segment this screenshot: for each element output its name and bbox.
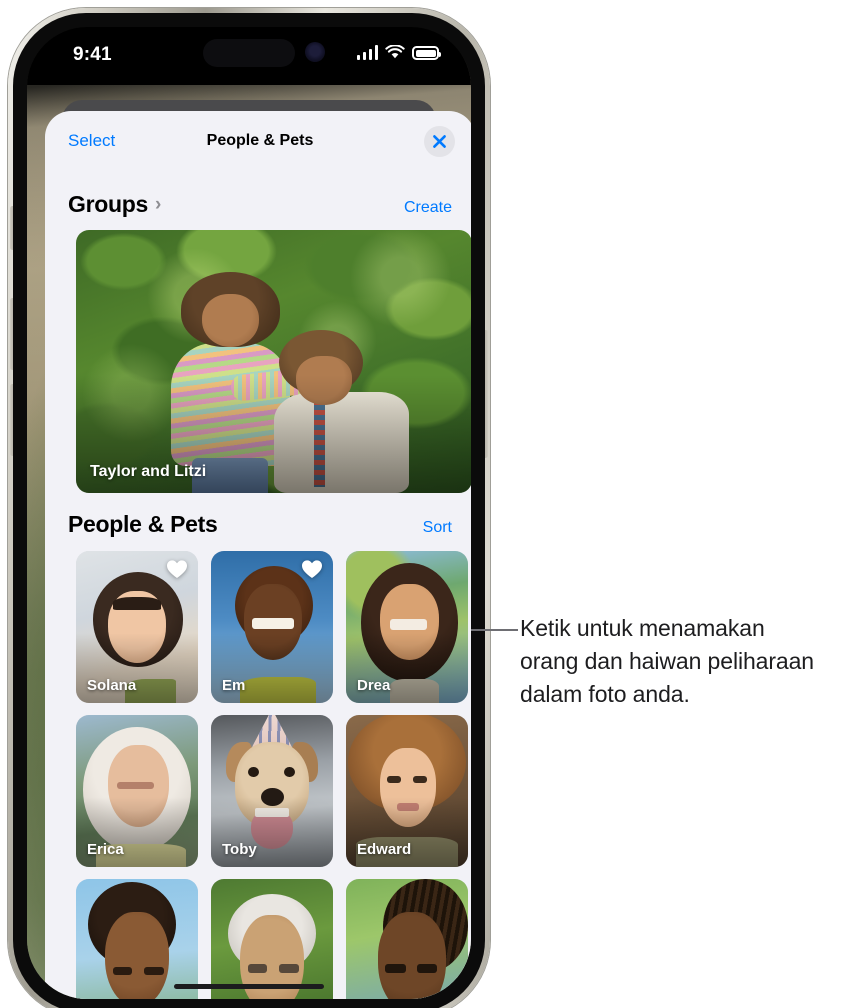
people-section-title: People & Pets xyxy=(68,511,218,537)
create-group-button[interactable]: Create xyxy=(404,199,452,217)
person-tile-em[interactable]: Em xyxy=(211,551,333,703)
chevron-right-icon: › xyxy=(154,194,162,215)
groups-title-group[interactable]: Groups › xyxy=(68,191,161,218)
groups-title: Groups xyxy=(68,191,148,217)
page-title: People & Pets xyxy=(206,132,314,149)
pet-tile-toby[interactable]: Toby xyxy=(211,715,333,867)
person-tile-solana[interactable]: Solana xyxy=(76,551,198,703)
person-tile-drea[interactable]: Drea xyxy=(346,551,468,703)
pet-tile-name: Toby xyxy=(222,841,257,858)
phone-screen: 9:41 Select People & Pets Groups › Creat… xyxy=(27,27,471,999)
cellular-signal-icon xyxy=(356,45,378,60)
status-bar: 9:41 xyxy=(27,27,471,85)
sort-button[interactable]: Sort xyxy=(423,519,452,537)
phone-frame: 9:41 Select People & Pets Groups › Creat… xyxy=(8,8,490,1008)
battery-icon xyxy=(412,46,441,60)
person-tile-row3-1[interactable] xyxy=(76,879,198,999)
close-button[interactable] xyxy=(424,126,455,157)
person-tile-erica[interactable]: Erica xyxy=(76,715,198,867)
person-tile-name: Erica xyxy=(87,841,124,858)
person-tile-name: Solana xyxy=(87,677,137,694)
people-grid: Solana Em Drea Erica Toby Edward xyxy=(76,551,471,999)
sheet-header: Select People & Pets xyxy=(45,111,471,173)
phone-bezel: 9:41 Select People & Pets Groups › Creat… xyxy=(13,13,485,1008)
person-tile-name: Drea xyxy=(357,677,391,694)
person-tile-name: Edward xyxy=(357,841,412,858)
people-and-pets-sheet: Select People & Pets Groups › Create Tay… xyxy=(45,111,471,999)
groups-section-header[interactable]: Groups › Create xyxy=(45,191,471,218)
close-icon xyxy=(432,134,447,149)
home-indicator[interactable] xyxy=(174,984,324,989)
people-section-header: People & Pets Sort xyxy=(45,511,471,538)
group-card-label: Taylor and Litzi xyxy=(90,463,207,480)
dynamic-island xyxy=(203,39,295,67)
favorite-heart-icon xyxy=(166,559,188,579)
favorite-heart-icon xyxy=(301,559,323,579)
person-tile-row3-3[interactable] xyxy=(346,879,468,999)
callout-text: Ketik untuk menamakan orang dan haiwan p… xyxy=(520,615,814,707)
person-tile-edward[interactable]: Edward xyxy=(346,715,468,867)
front-camera-icon xyxy=(305,42,325,62)
wifi-icon xyxy=(385,45,405,60)
group-card-taylor-and-litzi[interactable]: Taylor and Litzi xyxy=(76,230,471,493)
person-tile-name: Em xyxy=(222,677,246,694)
status-bar-time: 9:41 xyxy=(73,44,112,65)
person-tile-row3-2[interactable] xyxy=(211,879,333,999)
screenshot-root: 9:41 Select People & Pets Groups › Creat… xyxy=(0,0,841,1008)
status-bar-icons xyxy=(356,45,441,60)
